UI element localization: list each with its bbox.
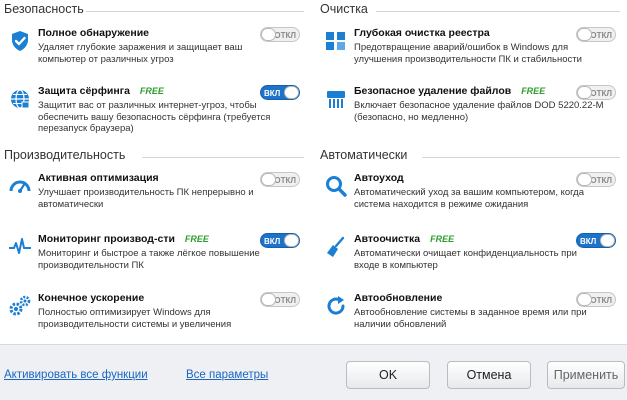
feature-name: Защита сёрфинга FREE	[38, 85, 164, 97]
section-divider	[142, 157, 304, 158]
section-divider	[86, 11, 304, 12]
section-title: Очистка	[320, 2, 368, 16]
auto-update-toggle[interactable]: ОТКЛ	[576, 292, 616, 307]
secure-file-deletion-toggle[interactable]: ОТКЛ	[576, 85, 616, 100]
feature-name: Автоочистка FREE	[354, 233, 455, 245]
free-badge: FREE	[521, 86, 546, 96]
cancel-button[interactable]: Отмена	[447, 361, 531, 389]
section-automatic: Автоматически	[320, 148, 620, 166]
section-title: Безопасность	[4, 2, 84, 16]
feature-name: Активная оптимизация	[38, 172, 159, 184]
feature-name: Автоуход	[354, 172, 404, 184]
free-badge: FREE	[184, 234, 209, 244]
feature-description: Автоматически очищает конфиденциальность…	[354, 248, 577, 271]
ok-button[interactable]: OK	[346, 361, 430, 389]
magnifier-icon	[324, 174, 348, 198]
gears-icon	[8, 294, 32, 318]
feature-description: Предотвращение аварий/ошибок в Windows д…	[354, 42, 582, 65]
surf-protection-toggle[interactable]: ВКЛ	[260, 85, 300, 100]
feature-description: Мониторинг и быстрое а также лёгкое повы…	[38, 248, 260, 271]
feature-description: Автообновление системы в заданное время …	[354, 307, 587, 330]
auto-care-toggle[interactable]: ОТКЛ	[576, 172, 616, 187]
feature-auto-clean: Автоочистка FREE Автоматически очищает ко…	[320, 233, 620, 293]
section-title: Производительность	[4, 148, 126, 162]
free-badge: FREE	[139, 86, 164, 96]
feature-secure-file-deletion: Безопасное удаление файлов FREE Включает …	[320, 85, 620, 145]
section-performance: Производительность	[4, 148, 304, 166]
feature-deep-registry-clean: Глубокая очистка реестра Предотвращение …	[320, 27, 620, 87]
feature-name: Автообновление	[354, 292, 443, 304]
full-detection-toggle[interactable]: ОТКЛ	[260, 27, 300, 42]
deep-registry-clean-toggle[interactable]: ОТКЛ	[576, 27, 616, 42]
section-divider	[376, 11, 620, 12]
apply-button[interactable]: Применить	[547, 361, 625, 389]
speedometer-icon	[8, 174, 32, 198]
feature-performance-monitoring: Мониторинг производ-сти FREE Мониторинг и…	[4, 233, 304, 293]
feature-active-optimization: Активная оптимизация Улучшает производит…	[4, 172, 304, 232]
shredder-icon	[324, 87, 348, 111]
all-settings-link[interactable]: Все параметры	[186, 369, 268, 381]
broom-icon	[324, 235, 348, 259]
shield-check-icon	[8, 29, 32, 53]
registry-icon	[324, 29, 348, 53]
globe-icon	[8, 87, 32, 111]
feature-description: Защитит вас от различных интернет-угроз,…	[38, 100, 271, 134]
section-cleaning: Очистка	[320, 2, 620, 20]
auto-clean-toggle[interactable]: ВКЛ	[576, 233, 616, 248]
performance-monitoring-toggle[interactable]: ВКЛ	[260, 233, 300, 248]
free-badge: FREE	[430, 234, 455, 244]
refresh-icon	[324, 294, 348, 318]
feature-description: Полностью оптимизирует Windows для произ…	[38, 307, 232, 330]
ultimate-boost-toggle[interactable]: ОТКЛ	[260, 292, 300, 307]
section-title: Автоматически	[320, 148, 408, 162]
section-security: Безопасность	[4, 2, 304, 20]
feature-surf-protection: Защита сёрфинга FREE Защитит вас от разли…	[4, 85, 304, 145]
feature-description: Автоматический уход за вашим компьютером…	[354, 187, 585, 210]
activate-all-link[interactable]: Активировать все функции	[4, 369, 148, 381]
feature-description: Улучшает производительность ПК непрерывн…	[38, 187, 254, 210]
active-optimization-toggle[interactable]: ОТКЛ	[260, 172, 300, 187]
feature-description: Включает безопасное удаление файлов DOD …	[354, 100, 604, 123]
footer-bar: Активировать все функции Все параметры O…	[0, 344, 627, 400]
feature-auto-care: Автоуход Автоматический уход за вашим ко…	[320, 172, 620, 232]
heartbeat-icon	[8, 235, 32, 259]
feature-name: Мониторинг производ-сти FREE	[38, 233, 209, 245]
feature-name: Полное обнаружение	[38, 27, 149, 39]
section-divider	[422, 157, 620, 158]
feature-name: Конечное ускорение	[38, 292, 145, 304]
feature-name: Глубокая очистка реестра	[354, 27, 490, 39]
feature-description: Удаляет глубокие заражения и защищает ва…	[38, 42, 243, 65]
feature-full-detection: Полное обнаружение Удаляет глубокие зара…	[4, 27, 304, 87]
feature-auto-update: Автообновление Автообновление системы в …	[320, 292, 620, 352]
feature-name: Безопасное удаление файлов FREE	[354, 85, 546, 97]
feature-ultimate-boost: Конечное ускорение Полностью оптимизируе…	[4, 292, 304, 352]
